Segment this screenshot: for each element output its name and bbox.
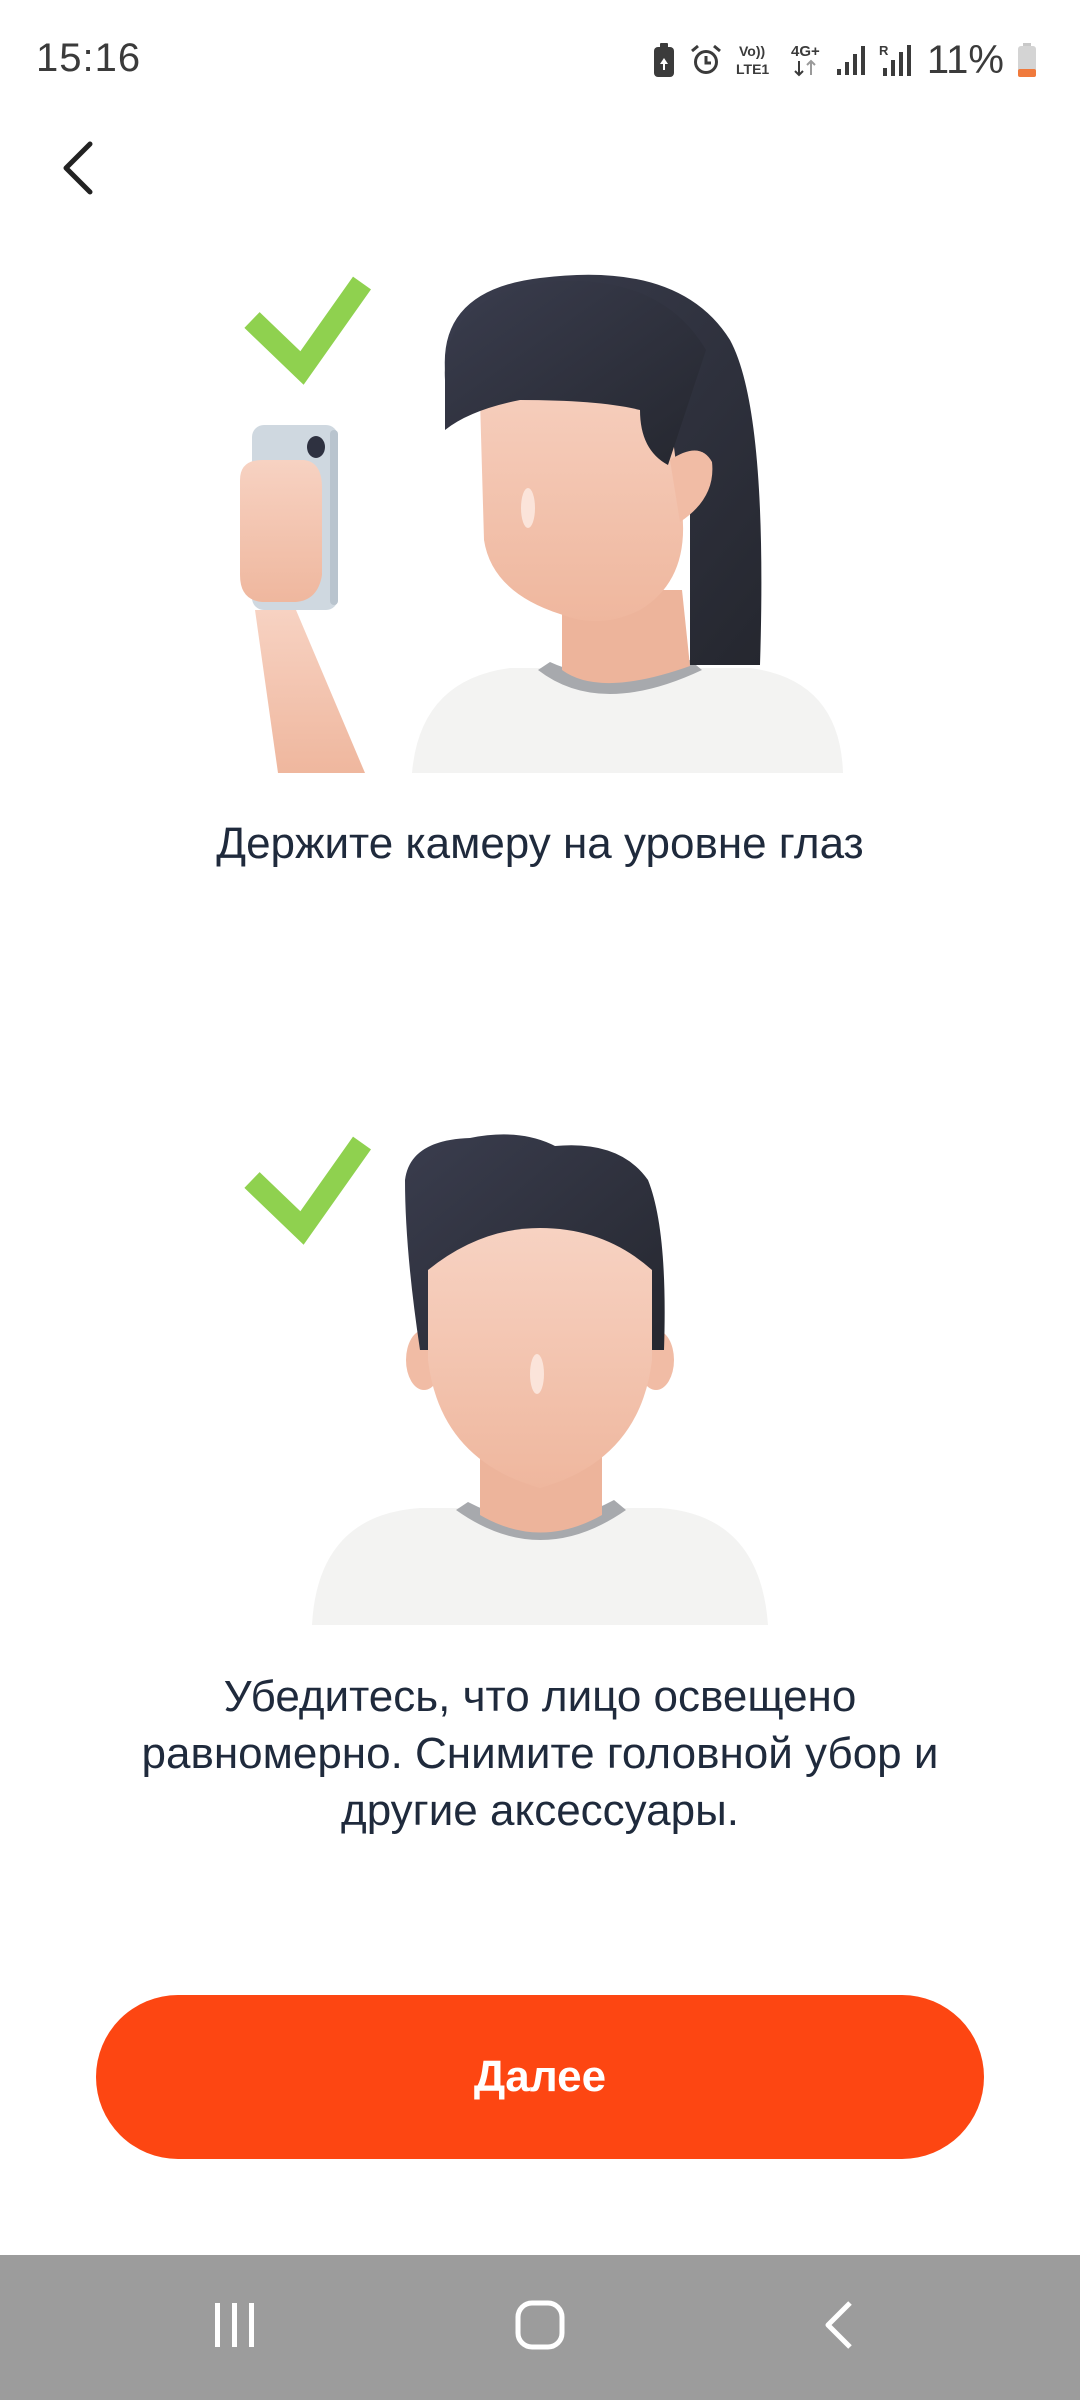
svg-text:LTE1: LTE1 <box>736 61 769 77</box>
signal-roaming-icon: R <box>879 42 913 78</box>
home-button[interactable] <box>440 2255 640 2400</box>
green-check-icon <box>244 276 371 385</box>
4g-plus-data-icon: 4G+ <box>789 41 823 79</box>
system-back-button[interactable] <box>740 2255 940 2400</box>
recents-button[interactable] <box>135 2255 335 2400</box>
svg-text:Vo)): Vo)) <box>739 43 765 59</box>
chevron-left-icon <box>58 138 98 203</box>
status-time: 15:16 <box>36 36 142 80</box>
back-button[interactable] <box>40 130 116 210</box>
instruction-even-lighting: Убедитесь, что лицо освещено равномерно.… <box>141 1672 939 1835</box>
signal-strength-icon <box>835 43 867 77</box>
status-bar: 15:16 Vo)) LTE1 4G+ R 11% <box>0 0 1080 120</box>
recents-icon <box>205 2295 265 2360</box>
system-nav-bar <box>0 2255 1080 2400</box>
next-button[interactable]: Далее <box>96 1995 984 2159</box>
battery-percent: 11% <box>926 37 1004 82</box>
instruction-eye-level: Держите камеру на уровне глаз <box>216 819 864 868</box>
battery-saver-icon <box>651 42 677 78</box>
battery-icon <box>1016 42 1038 78</box>
illustration-face-evenly-lit <box>0 1110 1080 1630</box>
alarm-icon <box>689 43 723 77</box>
volte-lte1-icon: Vo)) LTE1 <box>735 42 777 78</box>
svg-text:4G+: 4G+ <box>791 43 820 60</box>
svg-text:R: R <box>879 43 889 58</box>
green-check-icon <box>244 1136 371 1245</box>
home-icon <box>510 2295 570 2360</box>
status-icons: Vo)) LTE1 4G+ R 11% <box>651 36 1038 84</box>
back-icon <box>810 2295 870 2360</box>
illustration-phone-eye-level <box>0 250 1080 780</box>
